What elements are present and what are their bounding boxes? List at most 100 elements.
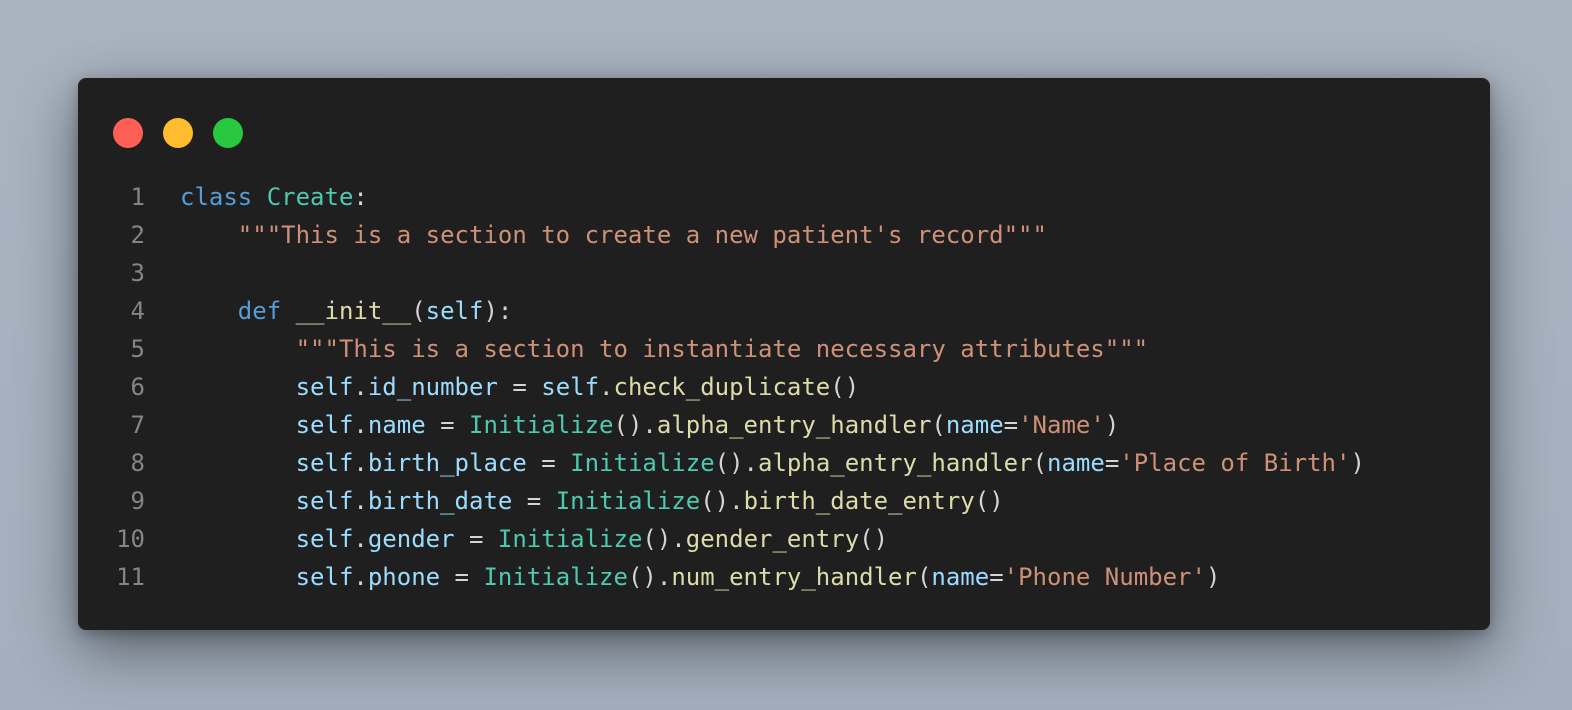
code-token: birth_date	[367, 487, 513, 515]
line-number: 7	[130, 411, 145, 439]
code-editor[interactable]: 1 class Create: 2 """This is a section to …	[78, 178, 1490, 596]
code-token: =	[1003, 411, 1019, 439]
code-token: name	[931, 563, 990, 591]
code-token: .	[353, 449, 368, 477]
code-token: .	[353, 373, 368, 401]
code-token: check_duplicate	[613, 373, 831, 401]
code-text: self.phone = Initialize().num_entry_hand…	[180, 558, 1221, 596]
code-token: Create	[266, 183, 354, 211]
code-token: alpha_entry_handler	[656, 411, 932, 439]
code-token: ().	[613, 411, 657, 439]
code-text: self.birth_date = Initialize().birth_dat…	[180, 482, 1004, 520]
code-line: 6 self.id_number = self.check_duplicate(…	[78, 368, 1490, 406]
code-token: =	[512, 487, 556, 515]
code-line: 5 """This is a section to instantiate ne…	[78, 330, 1490, 368]
code-text: self.gender = Initialize().gender_entry(…	[180, 520, 888, 558]
code-token: self	[295, 487, 354, 515]
code-token: ().	[714, 449, 759, 477]
code-token: (	[931, 411, 946, 439]
minimize-button[interactable]	[163, 118, 193, 148]
code-token: (	[411, 297, 426, 325]
code-token: birth_place	[367, 449, 527, 477]
code-line: 10 self.gender = Initialize().gender_ent…	[78, 520, 1490, 558]
code-text: self.name = Initialize().alpha_entry_han…	[180, 406, 1120, 444]
code-token: self	[295, 411, 354, 439]
code-token: num_entry_handler	[671, 563, 917, 591]
code-token: =	[497, 373, 542, 401]
code-token: Initialize	[555, 487, 701, 515]
line-number: 4	[130, 297, 145, 325]
code-line: 2 """This is a section to create a new p…	[78, 216, 1490, 254]
code-token: self	[295, 449, 354, 477]
code-line: 8 self.birth_place = Initialize().alpha_…	[78, 444, 1490, 482]
code-token: def	[237, 297, 282, 325]
code-token: =	[440, 563, 484, 591]
code-token: """This is a section to create a new pat…	[237, 221, 1047, 249]
code-token: gender	[367, 525, 455, 553]
code-token: .	[599, 373, 614, 401]
code-token: .	[353, 411, 368, 439]
code-token: self	[425, 297, 484, 325]
code-text: self.id_number = self.check_duplicate()	[180, 368, 860, 406]
code-token: =	[454, 525, 498, 553]
code-token: id_number	[367, 373, 498, 401]
line-number: 6	[130, 373, 145, 401]
window-controls	[113, 118, 243, 148]
code-token: 'Phone Number'	[1003, 563, 1206, 591]
code-token: ()	[974, 487, 1004, 515]
code-token: )	[1205, 563, 1221, 591]
code-text: class Create:	[180, 178, 368, 216]
code-token: =	[526, 449, 571, 477]
code-token: =	[425, 411, 469, 439]
code-token: =	[1104, 449, 1120, 477]
code-token: birth_date_entry	[743, 487, 975, 515]
code-token: class	[180, 183, 253, 211]
code-token: ):	[483, 297, 513, 325]
code-token: ()	[830, 373, 860, 401]
code-token: __init__	[295, 297, 412, 325]
code-token: name	[367, 411, 426, 439]
close-button[interactable]	[113, 118, 143, 148]
code-token: )	[1104, 411, 1120, 439]
line-number: 10	[116, 525, 145, 553]
maximize-button[interactable]	[213, 118, 243, 148]
line-number: 8	[130, 449, 145, 477]
code-token: ()	[859, 525, 889, 553]
line-number: 11	[116, 563, 145, 591]
code-line: 1 class Create:	[78, 178, 1490, 216]
code-token: gender_entry	[685, 525, 860, 553]
code-token: ().	[700, 487, 744, 515]
code-token: 'Name'	[1018, 411, 1105, 439]
code-token: name	[1047, 449, 1105, 477]
code-token: self	[295, 373, 354, 401]
code-token: .	[353, 487, 368, 515]
code-window: 1 class Create: 2 """This is a section to …	[78, 78, 1490, 630]
code-token: )	[1350, 449, 1365, 477]
code-token: Initialize	[483, 563, 628, 591]
code-token: self	[295, 563, 354, 591]
code-line: 4 def __init__(self):	[78, 292, 1490, 330]
code-token: self	[541, 373, 600, 401]
code-token: .	[353, 563, 368, 591]
code-token: 'Place of Birth'	[1119, 449, 1351, 477]
line-number: 1	[130, 183, 145, 211]
code-text: """This is a section to instantiate nece…	[180, 330, 1149, 368]
code-token: """This is a section to instantiate nece…	[295, 335, 1149, 363]
code-text: """This is a section to create a new pat…	[180, 216, 1047, 254]
line-number: 3	[130, 259, 145, 287]
code-token: (	[916, 563, 932, 591]
code-token: Initialize	[570, 449, 715, 477]
code-token: phone	[367, 563, 441, 591]
code-token: alpha_entry_handler	[758, 449, 1033, 477]
code-token: self	[295, 525, 354, 553]
code-line: 11 self.phone = Initialize().num_entry_h…	[78, 558, 1490, 596]
